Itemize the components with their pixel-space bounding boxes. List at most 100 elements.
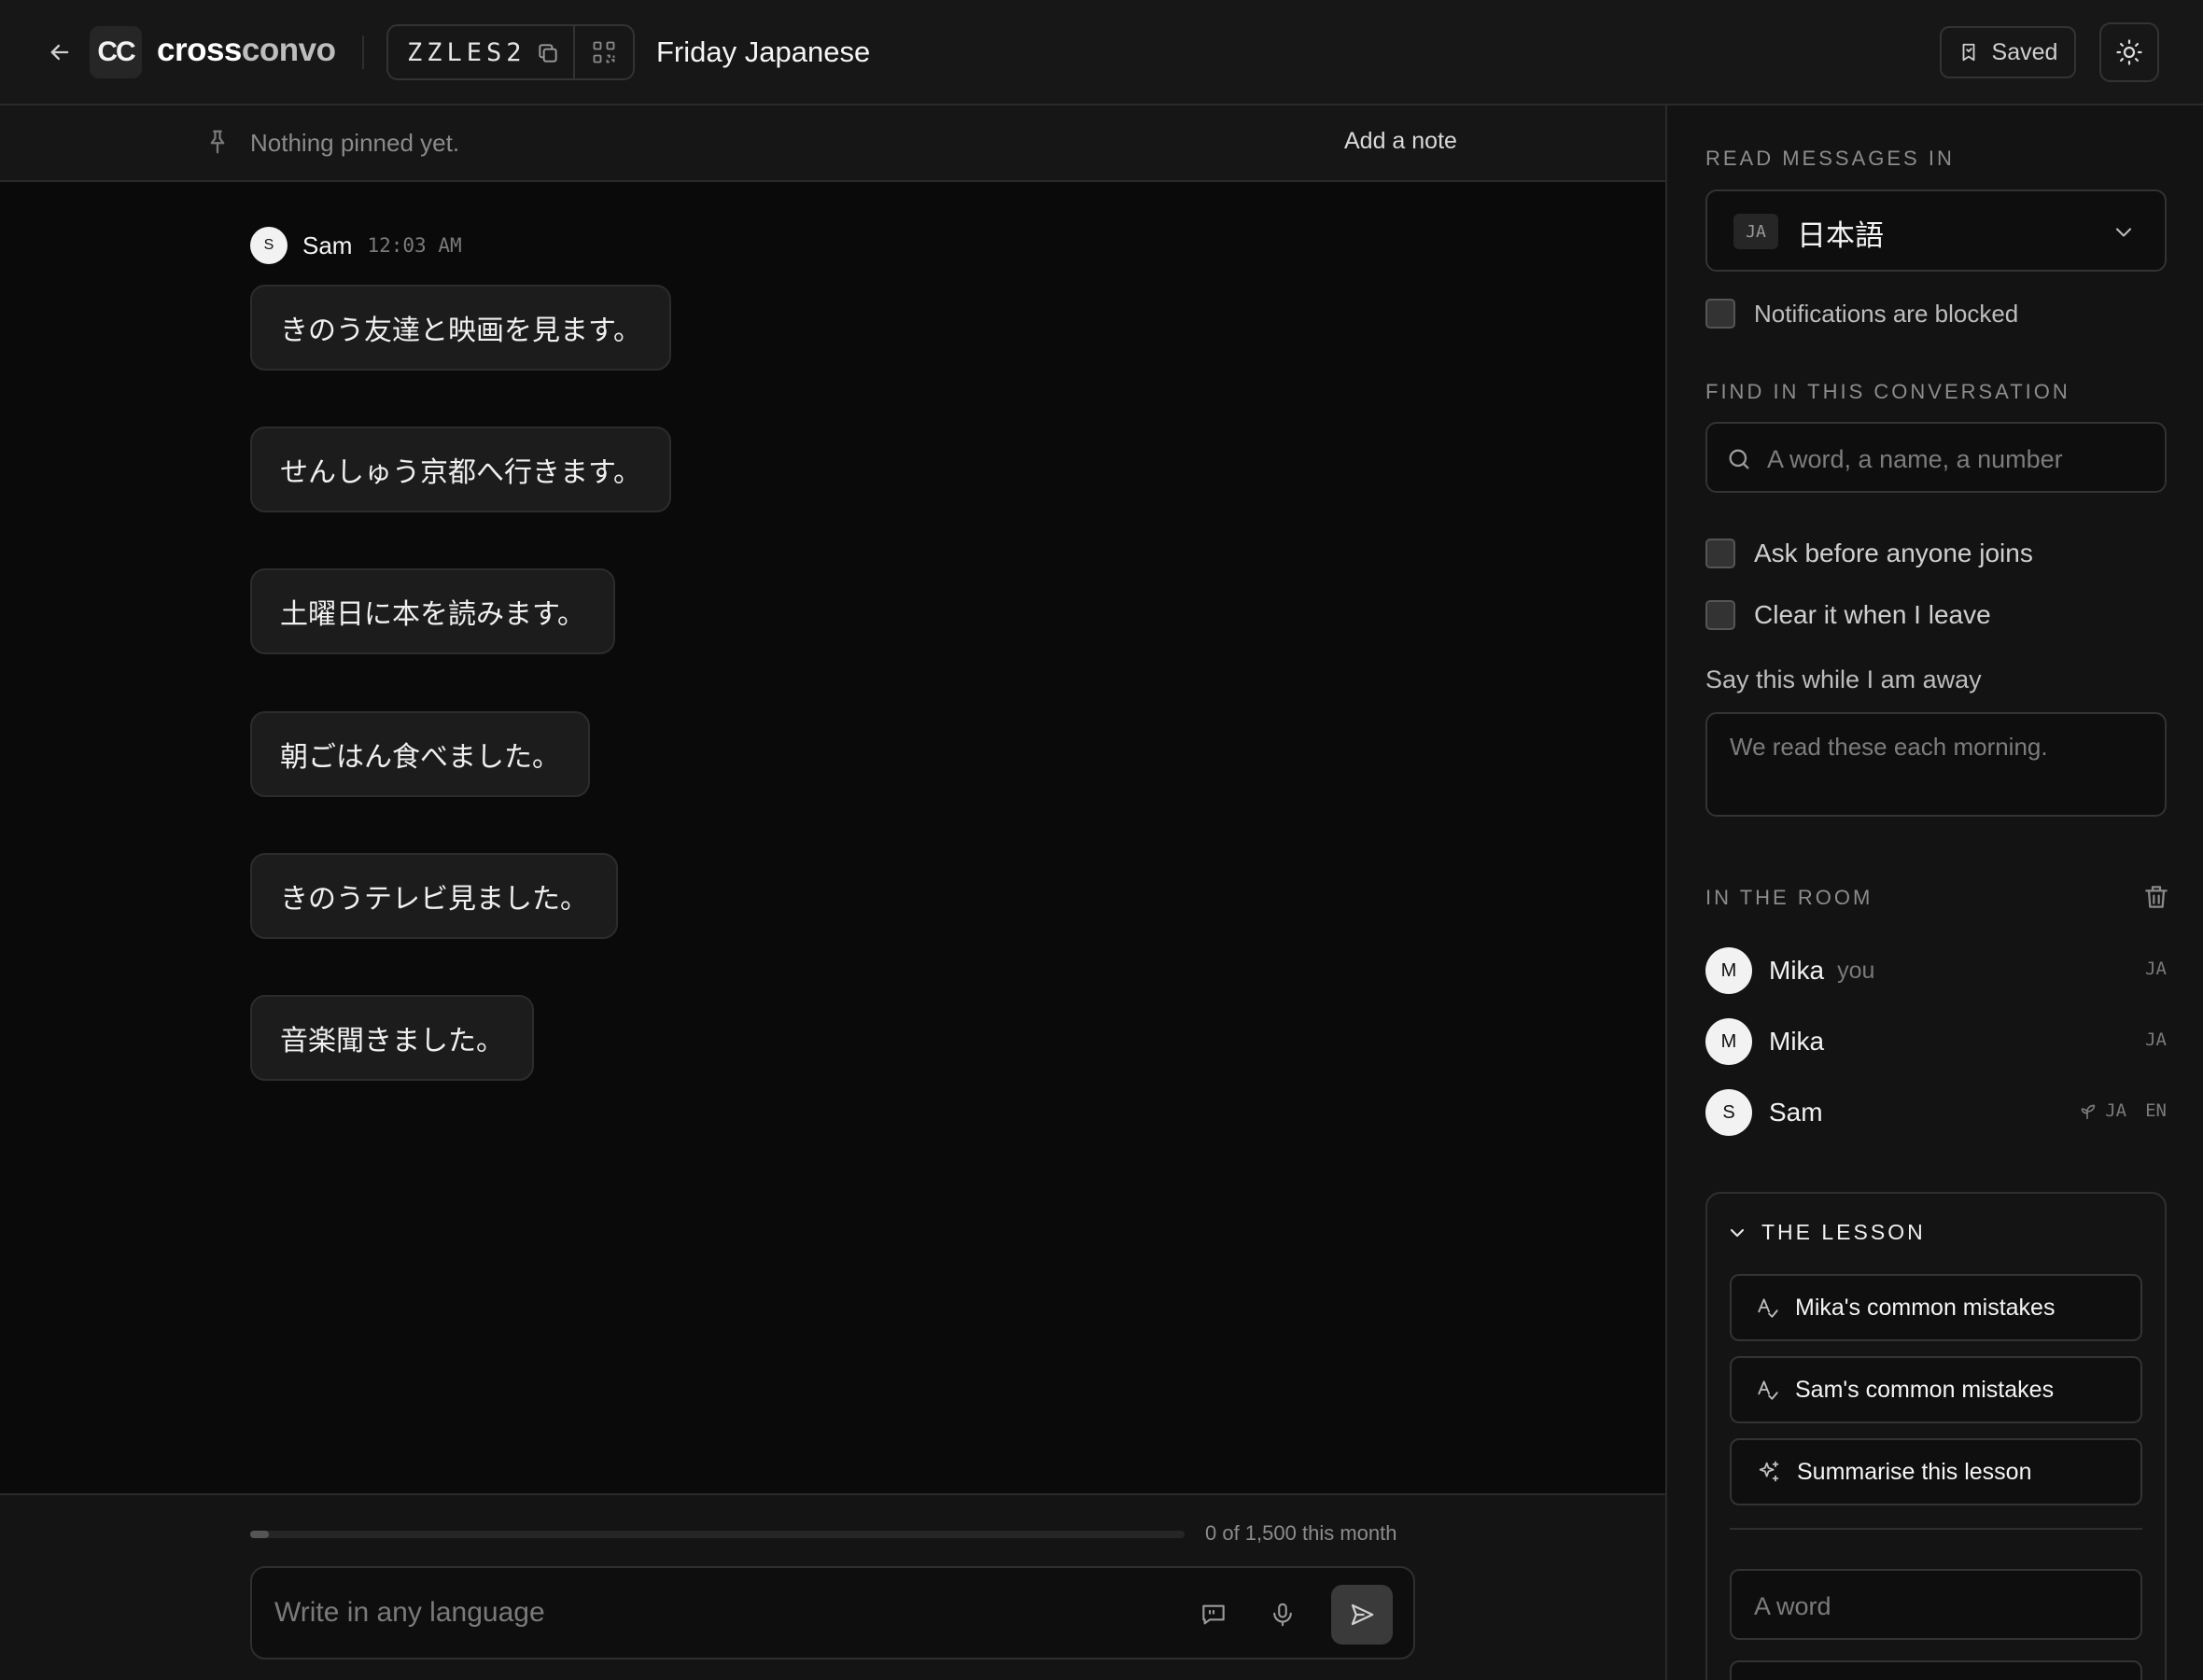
in-room-label: IN THE ROOM [1705, 886, 1873, 909]
avatar: S [250, 227, 288, 264]
member-name: Mika [1769, 1027, 1825, 1056]
member-row[interactable]: M Mika you JA [1705, 947, 2167, 994]
room-code-text: ZZLES2 [407, 37, 526, 67]
member-language: JA [2145, 959, 2167, 979]
trash-icon[interactable] [2141, 882, 2171, 912]
sun-icon [2116, 39, 2142, 65]
search-icon [1729, 449, 1749, 469]
message-bubble[interactable]: 朝ごはん食べました。 [250, 711, 590, 797]
word-input[interactable] [1754, 1588, 2127, 1625]
message-header: S Sam 12:03 AM [250, 227, 462, 264]
message-bubble[interactable]: せんしゅう京都へ行きます。 [250, 427, 671, 512]
notifications-checkbox[interactable] [1705, 299, 1735, 329]
word-box [1730, 1569, 2142, 1640]
sam-mistakes-label: Sam's common mistakes [1795, 1376, 2055, 1403]
ask-before-join-checkbox[interactable] [1705, 539, 1735, 568]
member-language: JA [2105, 1100, 2127, 1121]
back-button[interactable] [41, 34, 78, 71]
away-message-label: Say this while I am away [1705, 665, 1982, 693]
ask-before-join-row[interactable]: Ask before anyone joins [1705, 539, 2033, 568]
message-time: 12:03 AM [367, 234, 462, 257]
search-box [1705, 422, 2167, 493]
language-select[interactable]: JA 日本語 [1705, 189, 2167, 272]
room-title: Friday Japanese [656, 35, 871, 68]
pinned-empty-text: Nothing pinned yet. [250, 129, 460, 157]
member-name: Mika [1769, 956, 1825, 985]
send-icon [1351, 1603, 1374, 1626]
lesson-card: THE LESSON Mika's common mistakes Sam's … [1705, 1192, 2167, 1680]
member-name: Sam [1769, 1098, 1823, 1127]
ask-before-join-label: Ask before anyone joins [1754, 539, 2033, 567]
logo-mark: CC [90, 26, 142, 78]
saved-button[interactable]: Saved [1940, 26, 2076, 78]
lesson-secondary-field[interactable] [1730, 1660, 2142, 1680]
message-bubble[interactable]: きのうテレビ見ました。 [250, 853, 618, 939]
pin-icon [203, 128, 233, 158]
message-bubble[interactable]: 音楽聞きました。 [250, 995, 534, 1081]
qr-code-icon [593, 41, 615, 63]
message-quote-icon [1202, 1604, 1225, 1625]
logo-text: CC [97, 36, 135, 67]
chevron-down-icon [1730, 1228, 1745, 1237]
copy-code-button[interactable] [534, 39, 562, 67]
brand-name[interactable]: crossconvo [157, 32, 336, 69]
bookmark-icon [1962, 43, 1974, 62]
learner-sprout-icon [2081, 1104, 2096, 1120]
message-bubble[interactable]: 土曜日に本を読みます。 [250, 568, 615, 654]
lesson-divider [1730, 1528, 2142, 1530]
avatar: M [1705, 1018, 1752, 1065]
composer-area: 0 of 1,500 this month [0, 1493, 1665, 1680]
notifications-row[interactable]: Notifications are blocked [1705, 299, 2018, 329]
qr-code-button[interactable] [575, 26, 633, 78]
sparkles-icon [1759, 1461, 1779, 1482]
microphone-icon [1273, 1603, 1292, 1627]
settings-panel: READ MESSAGES IN JA 日本語 Notifications ar… [1665, 105, 2203, 1680]
find-label: FIND IN THIS CONVERSATION [1705, 380, 2070, 403]
language-name: 日本語 [1797, 219, 1884, 252]
theme-toggle-button[interactable] [2099, 22, 2159, 82]
clear-on-leave-label: Clear it when I leave [1754, 600, 1991, 629]
clear-on-leave-row[interactable]: Clear it when I leave [1705, 600, 1991, 630]
send-button[interactable] [1331, 1585, 1393, 1645]
mika-mistakes-label: Mika's common mistakes [1795, 1294, 2056, 1321]
usage-text: 0 of 1,500 this month [1205, 1521, 1397, 1545]
member-row[interactable]: M Mika JA [1705, 1018, 2167, 1065]
avatar: M [1705, 947, 1752, 994]
composer [250, 1566, 1415, 1659]
spell-check-icon [1758, 1298, 1778, 1318]
brand-part-2: convo [241, 32, 336, 68]
message-bubble[interactable]: きのう友達と映画を見ます。 [250, 285, 671, 371]
top-bar: CC crossconvo ZZLES2 Friday Japanese Sav… [0, 0, 2203, 105]
lesson-title: THE LESSON [1761, 1220, 1926, 1244]
clear-on-leave-checkbox[interactable] [1705, 600, 1735, 630]
sam-mistakes-button[interactable]: Sam's common mistakes [1730, 1356, 2142, 1423]
member-languages: JA [2145, 1029, 2167, 1050]
header-divider [362, 35, 364, 69]
member-language: EN [2145, 1100, 2167, 1121]
copy-icon [539, 44, 557, 63]
quote-reply-button[interactable] [1195, 1596, 1232, 1633]
room-code: ZZLES2 [388, 26, 575, 78]
message-author: Sam [302, 231, 353, 259]
read-messages-label: READ MESSAGES IN [1705, 147, 1955, 170]
arrow-left-icon [50, 44, 69, 61]
saved-label: Saved [1991, 38, 2058, 65]
search-input[interactable] [1767, 441, 2150, 478]
member-row[interactable]: S Sam JA EN [1705, 1089, 2167, 1136]
language-code-badge: JA [1733, 214, 1778, 249]
usage-progress-bar [250, 1531, 1185, 1538]
add-note-button[interactable]: Add a note [1344, 128, 1457, 155]
summarise-lesson-button[interactable]: Summarise this lesson [1730, 1438, 2142, 1505]
lesson-toggle[interactable]: THE LESSON [1726, 1220, 1926, 1245]
mika-mistakes-button[interactable]: Mika's common mistakes [1730, 1274, 2142, 1341]
voice-input-button[interactable] [1264, 1596, 1301, 1633]
spell-check-icon [1758, 1380, 1778, 1400]
notifications-label: Notifications are blocked [1754, 299, 2019, 328]
away-message-input[interactable] [1705, 712, 2167, 817]
chevron-down-icon [2115, 228, 2132, 237]
member-you-tag: you [1837, 957, 1875, 984]
message-list: S Sam 12:03 AM きのう友達と映画を見ます。 せんしゅう京都へ行きま… [0, 182, 1665, 1493]
member-languages: JA [2145, 959, 2167, 979]
message-input[interactable] [274, 1594, 1115, 1631]
avatar: S [1705, 1089, 1752, 1136]
